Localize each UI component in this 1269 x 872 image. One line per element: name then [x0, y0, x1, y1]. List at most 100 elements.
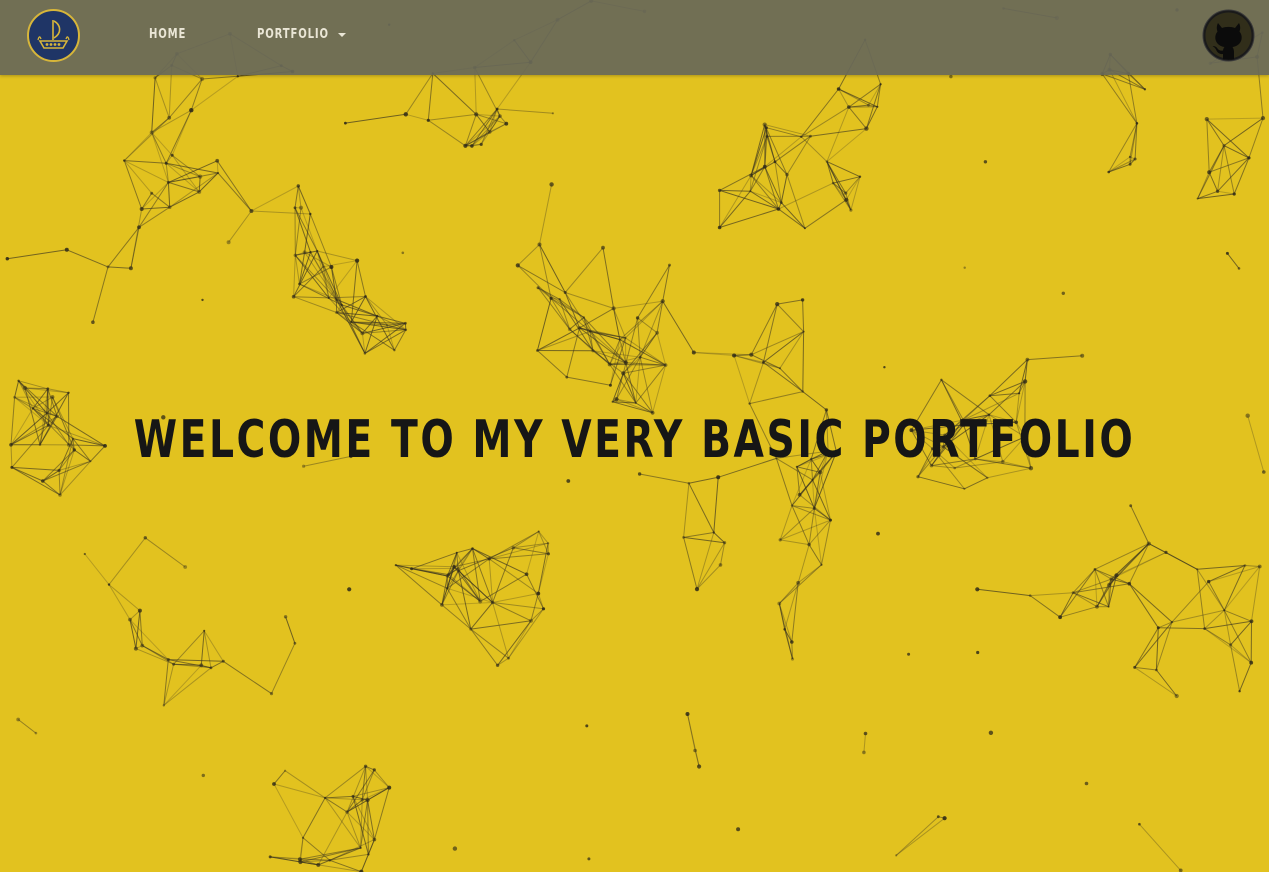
- network-node: [762, 122, 767, 127]
- network-node: [883, 366, 886, 369]
- network-line: [1204, 628, 1231, 646]
- network-line: [293, 255, 296, 297]
- network-line: [780, 174, 788, 203]
- network-line: [613, 308, 621, 340]
- network-line: [778, 182, 834, 210]
- network-node: [140, 643, 145, 648]
- nav-portfolio-dropdown[interactable]: PORTFOLIO: [257, 24, 329, 46]
- network-line: [566, 376, 611, 386]
- network-node: [587, 857, 591, 861]
- network-line: [14, 380, 20, 398]
- network-node: [452, 846, 458, 851]
- network-node: [867, 103, 870, 107]
- network-node: [748, 402, 751, 405]
- network-line: [360, 854, 369, 872]
- network-node: [283, 615, 288, 619]
- network-node: [495, 663, 500, 667]
- network-line: [766, 136, 776, 162]
- network-line: [537, 593, 544, 609]
- network-line: [216, 160, 252, 212]
- network-node: [403, 112, 408, 117]
- network-line: [123, 117, 170, 161]
- network-line: [539, 184, 553, 245]
- network-node: [162, 704, 165, 707]
- network-node: [335, 311, 339, 314]
- network-node: [1229, 643, 1233, 647]
- network-node: [694, 587, 700, 592]
- network-node: [1207, 170, 1212, 175]
- network-node: [811, 478, 814, 481]
- network-node: [623, 360, 628, 365]
- network-node: [807, 542, 811, 547]
- network-line: [432, 73, 477, 115]
- network-node: [1155, 668, 1158, 672]
- network-line: [989, 359, 1028, 397]
- network-line: [713, 477, 719, 533]
- network-node: [71, 437, 74, 440]
- network-node: [363, 764, 368, 768]
- network-line: [1224, 609, 1252, 622]
- network-node: [329, 265, 334, 269]
- network-node: [790, 504, 794, 507]
- network-line: [845, 176, 861, 201]
- network-node: [167, 205, 172, 209]
- network-node: [209, 666, 213, 670]
- network-node: [385, 324, 389, 327]
- network-node: [988, 730, 994, 735]
- network-line: [108, 584, 141, 611]
- network-line: [317, 250, 358, 262]
- network-node: [301, 836, 305, 839]
- network-node: [862, 750, 866, 755]
- network-node: [479, 142, 483, 146]
- network-line: [1156, 669, 1178, 697]
- network-node: [1238, 690, 1241, 693]
- network-line: [1094, 543, 1150, 570]
- network-line: [639, 473, 689, 484]
- network-node: [328, 859, 332, 862]
- network-node: [89, 460, 92, 463]
- network-node: [507, 656, 510, 660]
- network-node: [298, 205, 304, 210]
- network-node: [736, 827, 741, 832]
- network-line: [141, 206, 170, 210]
- network-node: [802, 330, 805, 333]
- network-line: [345, 113, 406, 124]
- network-node: [949, 74, 953, 79]
- network-line: [325, 795, 354, 799]
- network-line: [1233, 157, 1250, 195]
- nav-home-link[interactable]: HOME: [149, 24, 186, 46]
- network-node: [536, 286, 540, 290]
- chevron-down-icon[interactable]: [338, 33, 346, 37]
- network-line: [273, 783, 326, 799]
- network-node: [67, 443, 71, 447]
- network-line: [1102, 73, 1146, 90]
- network-node: [712, 531, 715, 534]
- network-line: [108, 537, 146, 585]
- network-node: [976, 650, 980, 655]
- network-line: [750, 175, 779, 210]
- network-node: [1249, 660, 1254, 665]
- network-node: [963, 487, 966, 490]
- github-icon[interactable]: [1202, 9, 1255, 62]
- network-node: [1146, 541, 1151, 546]
- network-node: [1215, 189, 1220, 193]
- network-node: [457, 569, 460, 572]
- network-node: [801, 390, 805, 393]
- network-line: [1223, 117, 1264, 147]
- network-node: [940, 378, 943, 381]
- network-line: [1139, 823, 1182, 871]
- network-node: [567, 327, 572, 332]
- network-line: [1223, 610, 1252, 663]
- ship-logo-icon[interactable]: [27, 9, 80, 62]
- network-node: [1225, 251, 1229, 255]
- network-node: [785, 172, 789, 177]
- network-node: [452, 565, 456, 569]
- network-node: [697, 764, 702, 769]
- network-line: [273, 770, 286, 785]
- network-line: [405, 73, 434, 115]
- network-line: [508, 608, 544, 659]
- network-line: [1134, 666, 1177, 697]
- network-line: [138, 182, 169, 228]
- network-node: [64, 247, 69, 252]
- network-node: [844, 191, 848, 195]
